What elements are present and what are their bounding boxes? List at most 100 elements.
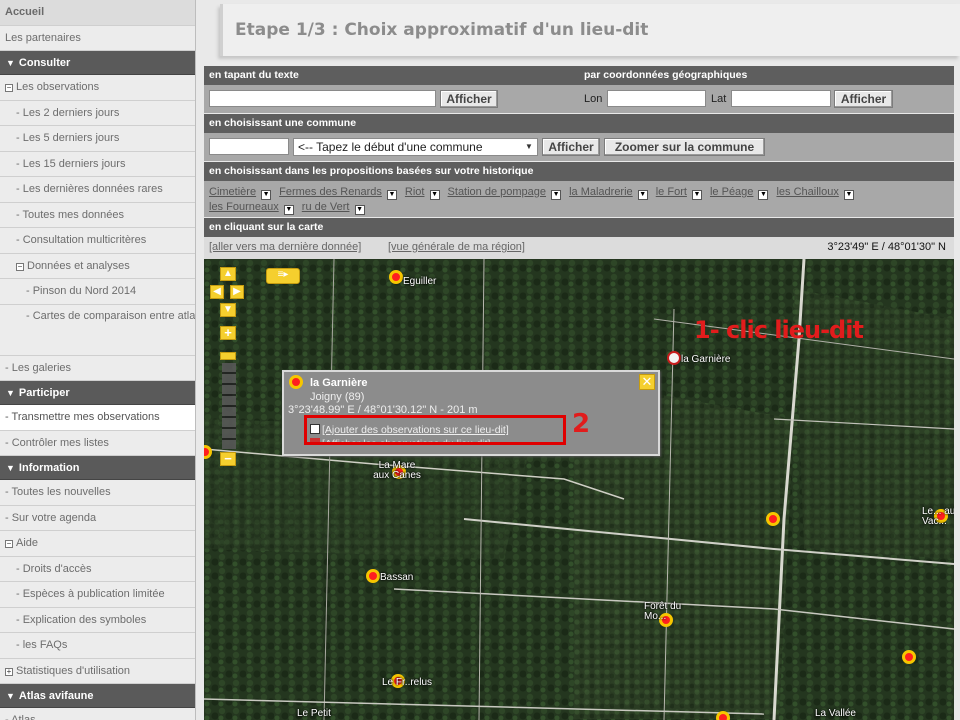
sidebar-item[interactable]: - Les 15 derniers jours bbox=[0, 151, 195, 177]
sidebar-item[interactable]: - Espèces à publication limitée bbox=[0, 582, 195, 608]
commune-input[interactable] bbox=[209, 138, 289, 155]
history-place-link[interactable]: Cimetière bbox=[209, 186, 256, 198]
history-place-link[interactable]: Fermes des Renards bbox=[279, 186, 382, 198]
collapse-icon[interactable]: − bbox=[16, 262, 24, 271]
sidebar-item[interactable]: − Aide bbox=[0, 531, 195, 557]
sidebar-item[interactable]: Les partenaires bbox=[0, 25, 195, 51]
search-coords-header: par coordonnées géographiques bbox=[584, 69, 748, 81]
close-icon[interactable]: ✕ bbox=[639, 374, 655, 390]
lat-input[interactable] bbox=[731, 90, 831, 107]
dropdown-arrow-icon[interactable]: ▼ bbox=[386, 190, 397, 200]
lon-label: Lon bbox=[584, 93, 603, 105]
sidebar-item[interactable]: - Sur votre agenda bbox=[0, 505, 195, 531]
sidebar-item[interactable]: + Statistiques d'utilisation bbox=[0, 658, 195, 684]
sidebar-item-label: - Pinson du Nord 2014 bbox=[26, 285, 137, 297]
commune-select[interactable]: <-- Tapez le début d'une commune ▼ bbox=[293, 138, 538, 156]
place-marker[interactable] bbox=[766, 512, 780, 526]
sidebar-item[interactable]: - Les 5 derniers jours bbox=[0, 126, 195, 152]
sidebar-item[interactable]: - Consultation multicritères bbox=[0, 228, 195, 254]
place-marker[interactable] bbox=[389, 270, 403, 284]
sidebar-item[interactable]: - Toutes mes données bbox=[0, 202, 195, 228]
sidebar-item[interactable]: - Droits d'accès bbox=[0, 556, 195, 582]
layers-switcher-icon[interactable]: ≡▸ bbox=[266, 268, 300, 284]
sidebar-item[interactable]: - Cartes de comparaison entre atlas bbox=[0, 304, 195, 356]
history-place-link[interactable]: le Péage bbox=[710, 186, 753, 198]
map-header-bar: en cliquant sur la carte bbox=[204, 218, 954, 237]
commune-show-button[interactable]: Afficher bbox=[542, 138, 600, 156]
expand-icon[interactable]: + bbox=[5, 667, 13, 676]
sidebar-item-label: - Consultation multicritères bbox=[16, 234, 147, 246]
page-title: Etape 1/3 : Choix approximatif d'un lieu… bbox=[235, 20, 649, 40]
place-marker[interactable] bbox=[902, 650, 916, 664]
pan-up-icon[interactable]: ▲ bbox=[220, 267, 236, 281]
sidebar-section[interactable]: ▼ Information bbox=[0, 456, 195, 480]
search-text-input[interactable] bbox=[209, 90, 436, 107]
sidebar-item[interactable]: - Toutes les nouvelles bbox=[0, 480, 195, 506]
history-place-link[interactable]: Riot bbox=[405, 186, 425, 198]
search-header-bar: en tapant du texte par coordonnées géogr… bbox=[204, 66, 954, 85]
collapse-icon[interactable]: − bbox=[5, 540, 13, 548]
history-place-link[interactable]: ru de Vert bbox=[302, 201, 350, 213]
sidebar-item[interactable]: − Les observations bbox=[0, 75, 195, 101]
place-marker[interactable] bbox=[716, 711, 730, 720]
sidebar-item[interactable]: - Les 2 derniers jours bbox=[0, 100, 195, 126]
pan-down-icon[interactable]: ▼ bbox=[220, 303, 236, 317]
sidebar-item[interactable]: - Explication des symboles bbox=[0, 607, 195, 633]
search-text-button[interactable]: Afficher bbox=[440, 90, 498, 108]
zoom-slider-track[interactable] bbox=[222, 363, 236, 449]
dropdown-arrow-icon[interactable]: ▼ bbox=[551, 190, 562, 200]
commune-select-text: <-- Tapez le début d'une commune bbox=[298, 140, 483, 154]
commune-zoom-button[interactable]: Zoomer sur la commune bbox=[604, 138, 765, 156]
region-view-link[interactable]: [vue générale de ma région] bbox=[388, 241, 525, 253]
history-row: Cimetière ▼ Fermes des Renards ▼ Riot ▼ Sta… bbox=[204, 181, 954, 217]
zoom-out-icon[interactable]: − bbox=[220, 452, 236, 466]
sidebar-item[interactable]: Accueil bbox=[0, 0, 195, 26]
place-marker-selected[interactable] bbox=[667, 351, 681, 365]
dropdown-arrow-icon[interactable]: ▼ bbox=[691, 190, 702, 200]
history-place-link[interactable]: les Chailloux bbox=[776, 186, 838, 198]
dropdown-arrow-icon[interactable]: ▼ bbox=[758, 190, 769, 200]
sidebar-item[interactable]: - Atlas bbox=[0, 708, 195, 720]
history-place-link[interactable]: la Maladrerie bbox=[569, 186, 633, 198]
pan-right-icon[interactable]: ▶ bbox=[230, 285, 244, 299]
dropdown-arrow-icon[interactable]: ▼ bbox=[429, 190, 440, 200]
last-data-link[interactable]: [aller vers ma dernière donnée] bbox=[209, 241, 361, 253]
sidebar-section[interactable]: ▼ Consulter bbox=[0, 51, 195, 75]
history-place-link[interactable]: les Fourneaux bbox=[209, 201, 279, 213]
commune-header: en choisissant une commune bbox=[209, 117, 357, 129]
dropdown-arrow-icon[interactable]: ▼ bbox=[637, 190, 648, 200]
lon-input[interactable] bbox=[607, 90, 706, 107]
place-label: La Mare aux Canes bbox=[373, 460, 421, 481]
pan-left-icon[interactable]: ◀ bbox=[210, 285, 224, 299]
place-label: Le Fr..relus bbox=[382, 677, 433, 688]
sidebar-item[interactable]: - les FAQs bbox=[0, 633, 195, 659]
sidebar-item-label: Données et analyses bbox=[27, 259, 130, 272]
place-marker[interactable] bbox=[366, 569, 380, 583]
dropdown-arrow-icon[interactable]: ▼ bbox=[354, 205, 365, 215]
search-coords-button[interactable]: Afficher bbox=[834, 90, 893, 108]
zoom-slider-handle[interactable] bbox=[220, 352, 236, 360]
sidebar-item[interactable]: - Les galeries bbox=[0, 355, 195, 381]
sidebar-section[interactable]: ▼ Participer bbox=[0, 381, 195, 405]
zoom-in-icon[interactable]: + bbox=[220, 326, 236, 340]
popup-place-name: la Garnière bbox=[310, 377, 368, 389]
sidebar-item[interactable]: - Transmettre mes observations bbox=[0, 405, 195, 431]
commune-row: <-- Tapez le début d'une commune ▼ Affic… bbox=[204, 133, 954, 161]
history-place-link[interactable]: le Fort bbox=[656, 186, 687, 198]
dropdown-arrow-icon[interactable]: ▼ bbox=[261, 190, 272, 200]
main-content: Etape 1/3 : Choix approximatif d'un lieu… bbox=[196, 0, 960, 720]
sidebar-item[interactable]: − Données et analyses bbox=[0, 253, 195, 279]
sidebar-section[interactable]: ▼ Atlas avifaune bbox=[0, 684, 195, 708]
collapse-icon[interactable]: − bbox=[5, 84, 13, 92]
history-place-link[interactable]: Station de pompage bbox=[448, 186, 546, 198]
sidebar-item[interactable]: - Les dernières données rares bbox=[0, 177, 195, 203]
coords-readout: 3°23'49" E / 48°01'30" N bbox=[827, 241, 946, 253]
history-header: en choisissant dans les propositions bas… bbox=[209, 165, 534, 177]
dropdown-arrow-icon[interactable]: ▼ bbox=[283, 205, 294, 215]
sidebar-item[interactable]: - Contrôler mes listes bbox=[0, 430, 195, 456]
annotation-step-2: 2 bbox=[572, 409, 591, 439]
popup-city: Joigny (89) bbox=[310, 391, 365, 403]
dropdown-arrow-icon[interactable]: ▼ bbox=[843, 190, 854, 200]
sidebar-item[interactable]: - Pinson du Nord 2014 bbox=[0, 279, 195, 305]
sidebar-item-label: - Contrôler mes listes bbox=[5, 436, 109, 449]
